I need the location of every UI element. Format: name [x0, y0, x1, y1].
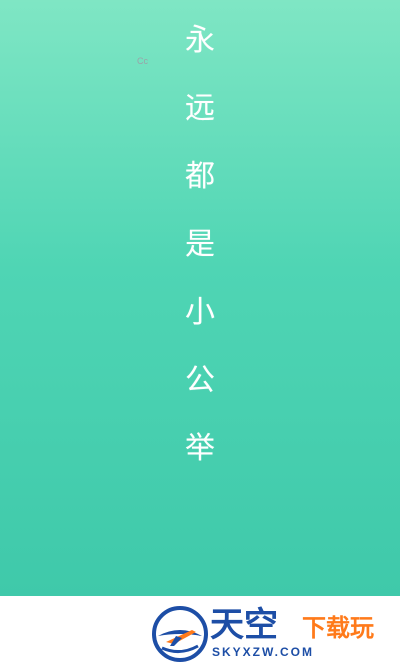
brand-sub-text: 下载玩 — [302, 614, 374, 642]
brand-domain-text: SKYXZW.COM — [212, 645, 315, 659]
hero-gradient-background: 永 远 都 是 小 公 举 — [0, 0, 400, 596]
quote-char-1: 永 — [185, 23, 215, 58]
brand-main-text: 天空 — [210, 605, 278, 645]
quote-char-7: 举 — [185, 431, 215, 466]
quote-char-4: 是 — [185, 227, 215, 262]
vertical-quote: 永 远 都 是 小 公 举 — [185, 26, 215, 464]
app-screen: 永 远 都 是 小 公 举 Cc 天空 下载玩 SKYXZW.COM — [0, 0, 400, 666]
quote-char-2: 远 — [185, 91, 215, 126]
footer-left-text: Cc — [137, 56, 148, 66]
quote-char-3: 都 — [185, 159, 215, 194]
quote-char-5: 小 — [185, 295, 215, 330]
watermark-logo: 天空 下载玩 SKYXZW.COM — [152, 606, 392, 662]
quote-char-6: 公 — [185, 363, 215, 398]
sky-plane-logo-icon — [152, 606, 208, 662]
